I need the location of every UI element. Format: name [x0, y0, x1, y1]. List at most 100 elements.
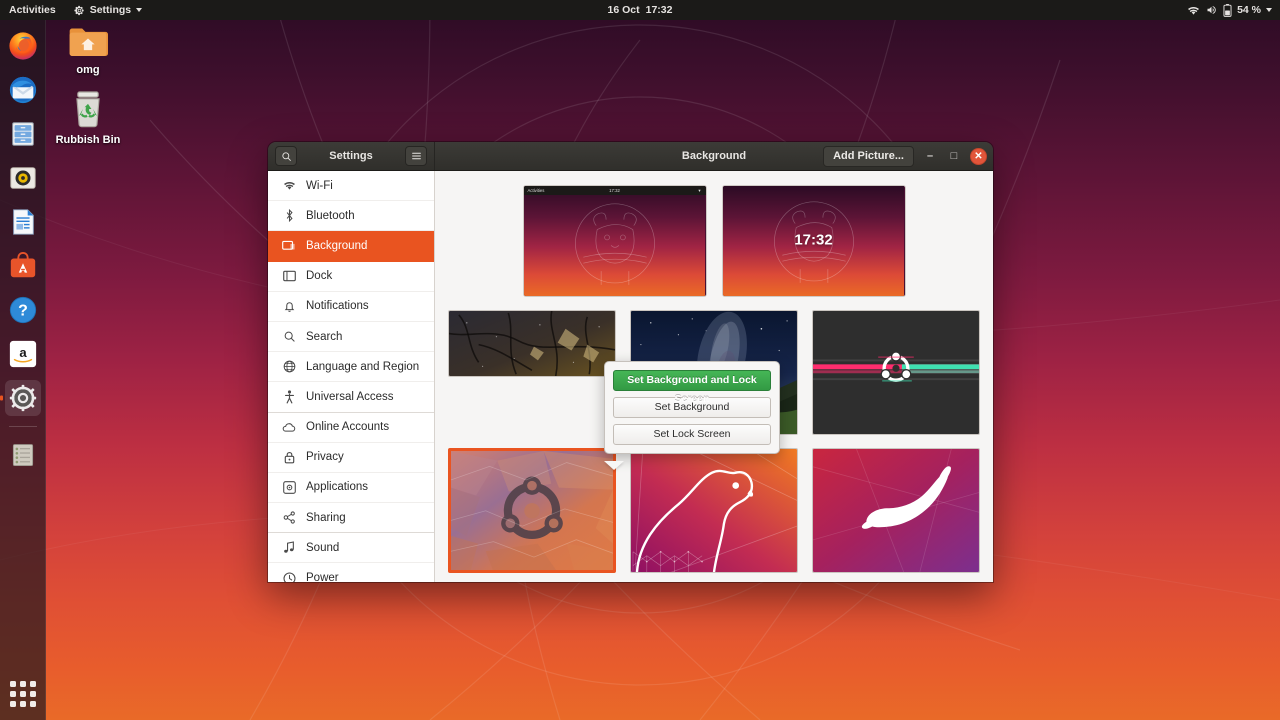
chevron-down-icon: [136, 8, 143, 12]
sidebar-item-label: Dock: [306, 270, 333, 283]
sidebar-item-label: Sound: [306, 541, 340, 554]
activities-label: Activities: [9, 4, 56, 16]
dock-item-libreoffice-writer[interactable]: [5, 204, 41, 240]
app-menu-button[interactable]: Settings: [65, 0, 151, 20]
battery-percent-label: 54 %: [1237, 4, 1261, 16]
desktop-preview[interactable]: Activities 17:32 ▾: [522, 185, 707, 297]
maximize-button[interactable]: □: [946, 148, 962, 164]
sidebar-item-online-accounts[interactable]: Online Accounts: [268, 413, 434, 443]
ubuntu-software-icon: [10, 252, 35, 278]
cloud-icon: [282, 420, 296, 434]
set-background-button[interactable]: Set Background: [613, 397, 771, 418]
set-background-and-lock-screen-button[interactable]: Set Background and Lock Screen: [613, 370, 771, 405]
libreoffice-writer-icon: [12, 209, 34, 235]
dock-item-ubuntu-software[interactable]: [5, 248, 41, 284]
window-sidebar-title: Settings: [329, 150, 373, 162]
trash-icon: [76, 91, 100, 128]
activities-button[interactable]: Activities: [0, 0, 65, 20]
sidebar-item-applications[interactable]: Applications: [268, 473, 434, 504]
desktop-icon-omg-folder[interactable]: omg: [50, 24, 126, 76]
dock-item-settings[interactable]: [4, 380, 41, 416]
grid-dot: [30, 701, 36, 707]
dock-item-files[interactable]: [5, 116, 41, 152]
dock: ? a: [0, 20, 46, 720]
preview-clock-label: 17:32: [609, 188, 620, 193]
sidebar-item-label: Online Accounts: [306, 421, 390, 434]
sidebar-item-label: Privacy: [306, 451, 344, 464]
applications-icon: [282, 480, 296, 494]
lock-icon: [282, 450, 296, 464]
dock-item-help[interactable]: ?: [5, 292, 41, 328]
thunderbird-icon: [9, 76, 36, 104]
status-menu[interactable]: 54 %: [1187, 0, 1280, 20]
bluetooth-icon: [282, 209, 296, 223]
sidebar-item-notifications[interactable]: Notifications: [268, 292, 434, 322]
folder-icon: [69, 28, 108, 56]
firefox-icon: [8, 32, 37, 60]
wallpaper-thumb: [813, 449, 979, 572]
sidebar-item-bluetooth[interactable]: Bluetooth: [268, 201, 434, 232]
minimize-button[interactable]: –: [922, 148, 938, 164]
background-icon: [282, 239, 296, 253]
preview-top-bar: Activities 17:32 ▾: [523, 186, 706, 195]
grid-dot: [10, 681, 16, 687]
dock-item-rhythmbox[interactable]: [5, 160, 41, 196]
preview-wallpaper: [523, 186, 706, 296]
main-menu-button[interactable]: [405, 146, 427, 166]
sidebar-item-label: Wi-Fi: [306, 179, 333, 192]
amazon-icon: a: [9, 340, 36, 368]
sidebar-item-dock[interactable]: Dock: [268, 262, 434, 292]
dock-item-text-editor[interactable]: [5, 437, 41, 473]
wallpaper-ubuntu-stripes[interactable]: [812, 310, 980, 435]
grid-dot: [30, 691, 36, 697]
accessibility-icon: [282, 390, 296, 404]
dock-item-amazon[interactable]: a: [5, 336, 41, 372]
dock-item-thunderbird[interactable]: [5, 72, 41, 108]
settings-window: Settings Background Add Picture... – □ ✕: [268, 142, 993, 582]
titlebar-sidebar-section: Settings: [268, 142, 435, 170]
desktop-icon-rubbish-bin[interactable]: Rubbish Bin: [50, 90, 126, 146]
sidebar-item-label: Background: [306, 239, 368, 252]
wallpaper-groovy-gorilla[interactable]: [630, 448, 798, 573]
sidebar-item-sharing[interactable]: Sharing: [268, 503, 434, 534]
preview-strip: Activities 17:32 ▾ 17:32: [449, 185, 979, 297]
window-titlebar[interactable]: Settings Background Add Picture... – □ ✕: [268, 142, 993, 171]
wallpaper-ermine[interactable]: [812, 448, 980, 573]
close-button[interactable]: ✕: [970, 147, 987, 165]
speaker-icon: [1207, 6, 1216, 14]
sidebar-item-search[interactable]: Search: [268, 322, 434, 353]
wallpaper-thumb: [449, 311, 615, 376]
lock-screen-clock: 17:32: [794, 231, 833, 249]
desktop-icon-label: omg: [76, 64, 100, 76]
sidebar-item-language-and-region[interactable]: Language and Region: [268, 352, 434, 383]
sidebar-item-universal-access[interactable]: Universal Access: [268, 382, 434, 413]
rhythmbox-icon: [9, 167, 36, 189]
sidebar-item-privacy[interactable]: Privacy: [268, 443, 434, 473]
app-menu-label: Settings: [89, 4, 132, 16]
sidebar-item-power[interactable]: Power: [268, 563, 434, 582]
sidebar-item-sound[interactable]: Sound: [268, 533, 434, 564]
grid-dot: [30, 681, 36, 687]
sidebar-item-background[interactable]: Background: [268, 231, 434, 262]
files-icon: [11, 122, 34, 146]
set-lock-screen-button[interactable]: Set Lock Screen: [613, 424, 771, 445]
wifi-icon: [282, 179, 296, 193]
dock-item-firefox[interactable]: [5, 28, 41, 64]
gear-icon: [74, 5, 84, 15]
show-applications-button[interactable]: [5, 676, 41, 712]
lock-screen-preview[interactable]: 17:32: [721, 185, 906, 297]
text-editor-icon: [12, 444, 33, 466]
titlebar-main-section: Background Add Picture... – □ ✕: [435, 142, 993, 170]
sidebar-item-label: Language and Region: [306, 360, 420, 373]
clock-button[interactable]: 16 Oct 17:32: [600, 4, 681, 16]
search-button[interactable]: [275, 146, 297, 166]
wallpaper-ubuntu-crystal[interactable]: [448, 448, 616, 573]
background-actions-popover: Set Background and Lock Screen Set Backg…: [604, 361, 780, 454]
wallpaper-dark-tree[interactable]: [448, 310, 616, 377]
dock-separator: [8, 426, 37, 427]
search-icon: [282, 330, 296, 344]
add-picture-button[interactable]: Add Picture...: [823, 145, 914, 167]
sidebar-item-label: Bluetooth: [306, 209, 355, 222]
wallpaper-thumb: [631, 449, 797, 572]
sidebar-item-wifi[interactable]: Wi-Fi: [268, 171, 434, 202]
